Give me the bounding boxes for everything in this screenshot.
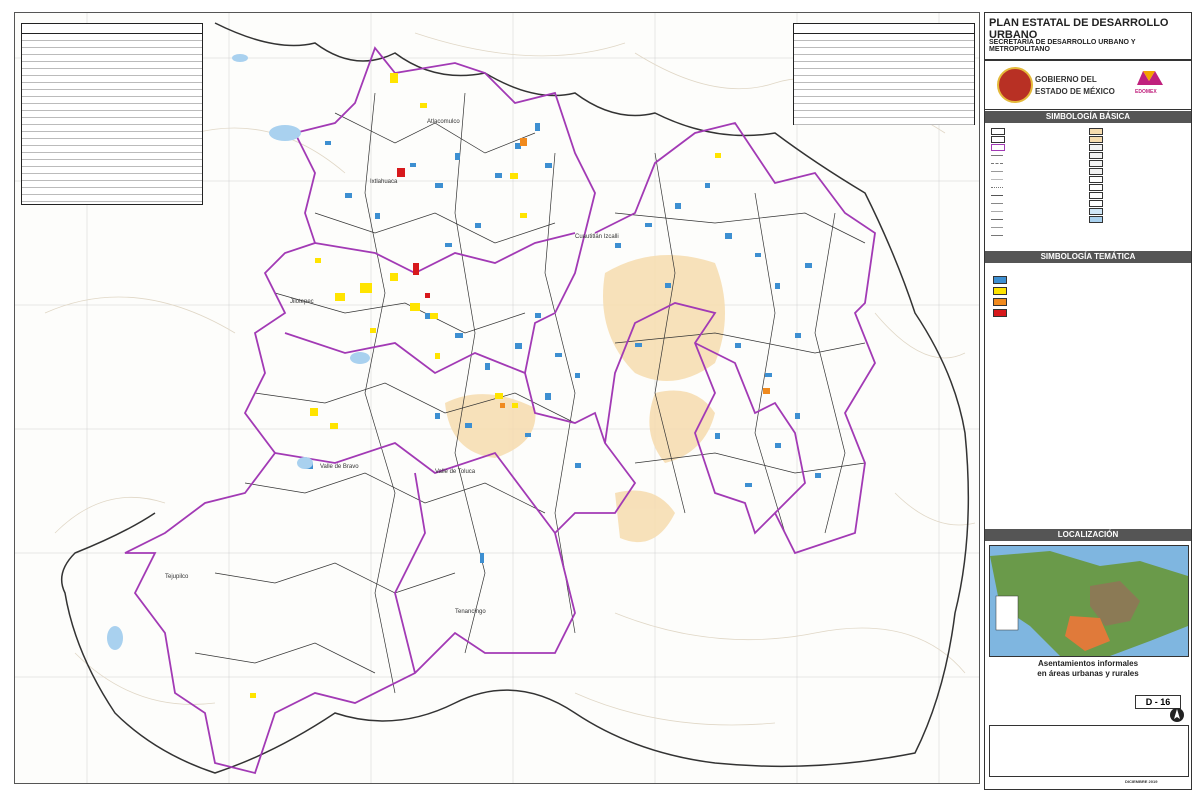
table-caption bbox=[794, 24, 974, 34]
state-seal-icon bbox=[997, 67, 1033, 103]
thematic-legend-row bbox=[993, 286, 1093, 295]
thematic-swatch-yellow bbox=[993, 286, 1007, 295]
north-arrow-icon bbox=[1170, 708, 1184, 722]
date-label: DICIEMBRE 2019 bbox=[1125, 779, 1158, 784]
basic-legend-left bbox=[991, 127, 1087, 239]
region-label-cuautitlan-izcalli: Cuautitlán Izcalli bbox=[575, 234, 619, 240]
basic-legend-right bbox=[1089, 127, 1185, 223]
table-caption bbox=[22, 24, 202, 34]
map-frame: Atlacomulco Ixtlahuaca Jilotepec Valle d… bbox=[14, 12, 980, 784]
table-rows bbox=[794, 34, 974, 125]
settlements-very-high bbox=[397, 168, 430, 298]
credits-box bbox=[989, 725, 1189, 777]
region-label-atlacomulco: Atlacomulco bbox=[427, 119, 460, 125]
thematic-swatch-blue bbox=[993, 275, 1007, 284]
section-thematic-symbology: SIMBOLOGÍA TEMÁTICA bbox=[985, 251, 1191, 263]
region-label-jilotepec: Jilotepec bbox=[290, 299, 314, 305]
region-label-tenancingo: Tenancingo bbox=[455, 609, 486, 615]
edomex-logo-icon bbox=[1137, 71, 1163, 85]
logo-strip: GOBIERNO DEL ESTADO DE MÉXICO EDOMEX bbox=[985, 61, 1191, 110]
section-basic-symbology: SIMBOLOGÍA BÁSICA bbox=[985, 111, 1191, 123]
location-inset-svg bbox=[990, 546, 1188, 656]
table-rows bbox=[22, 34, 202, 202]
section-location: LOCALIZACIÓN bbox=[985, 529, 1191, 541]
region-label-valle-de-bravo: Valle de Bravo bbox=[320, 464, 359, 470]
title-block: PLAN ESTATAL DE DESARROLLO URBANO SECRET… bbox=[985, 13, 1191, 61]
thematic-swatch-orange bbox=[993, 297, 1007, 306]
region-label-ixtlahuaca: Ixtlahuaca bbox=[370, 179, 398, 185]
thematic-legend-row bbox=[993, 275, 1093, 284]
plan-subtitle: SECRETARÍA DE DESARROLLO URBANO Y METROP… bbox=[989, 39, 1136, 53]
government-label-line2: ESTADO DE MÉXICO bbox=[1035, 87, 1115, 96]
thematic-swatch-red bbox=[993, 308, 1007, 317]
thematic-legend-row bbox=[993, 308, 1093, 317]
legend-panel: PLAN ESTATAL DE DESARROLLO URBANO SECRET… bbox=[984, 12, 1192, 790]
map-title: Asentamientos informales en áreas urbana… bbox=[985, 659, 1191, 689]
plan-title: PLAN ESTATAL DE DESARROLLO URBANO bbox=[989, 17, 1169, 41]
map-sheet: Atlacomulco Ixtlahuaca Jilotepec Valle d… bbox=[0, 0, 1200, 800]
thematic-legend-row bbox=[993, 297, 1093, 306]
settlements-medium bbox=[250, 73, 721, 698]
statistics-table-left bbox=[21, 23, 203, 205]
location-inset-map bbox=[989, 545, 1189, 657]
region-label-tejupilco: Tejupilco bbox=[165, 574, 189, 580]
map-title-line1: Asentamientos informales bbox=[1037, 659, 1139, 668]
edomex-brand: EDOMEX bbox=[1135, 89, 1157, 95]
region-label-valle-de-toluca: Valle de Toluca bbox=[435, 469, 476, 475]
statistics-table-right bbox=[793, 23, 975, 125]
government-label-line1: GOBIERNO DEL bbox=[1035, 75, 1097, 84]
urban-areas bbox=[445, 255, 725, 543]
map-title-line2: en áreas urbanas y rurales bbox=[1037, 669, 1139, 678]
settlements-low bbox=[305, 123, 821, 563]
